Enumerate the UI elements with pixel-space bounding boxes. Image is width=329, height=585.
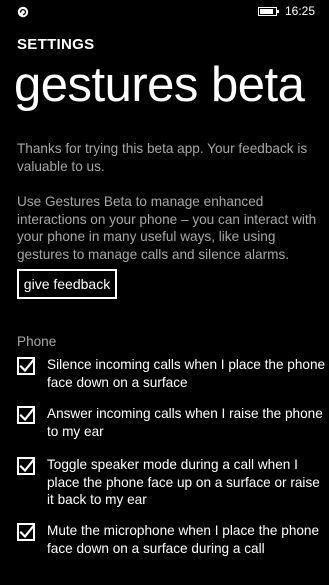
checkmark-icon xyxy=(19,458,35,473)
answer-calls-label: Answer incoming calls when I raise the p… xyxy=(47,406,323,439)
checkmark-icon xyxy=(19,358,35,373)
phone-group-label: Phone xyxy=(17,334,57,349)
intro-thanks-text: Thanks for trying this beta app. Your fe… xyxy=(17,141,308,174)
silence-calls-checkbox[interactable] xyxy=(17,357,35,375)
battery-icon xyxy=(258,7,279,16)
checkmark-icon xyxy=(19,524,35,539)
checkmark-icon xyxy=(19,407,35,422)
give-feedback-button[interactable]: give feedback xyxy=(17,269,117,299)
intro-description-text: Use Gestures Beta to manage enhanced int… xyxy=(17,194,317,262)
speaker-toggle-label: Toggle speaker mode during a call when I… xyxy=(47,457,320,507)
status-time: 16:25 xyxy=(285,4,316,18)
silence-calls-label: Silence incoming calls when I place the … xyxy=(47,357,326,390)
answer-calls-checkbox[interactable] xyxy=(17,406,35,424)
refresh-app-icon xyxy=(17,5,29,18)
section-title: SETTINGS xyxy=(17,36,95,53)
status-bar: 16:25 xyxy=(0,0,329,22)
mute-microphone-label: Mute the microphone when I place the pho… xyxy=(47,523,320,556)
mute-microphone-checkbox[interactable] xyxy=(17,523,35,541)
speaker-toggle-checkbox[interactable] xyxy=(17,457,35,475)
page-title: gestures beta xyxy=(14,58,305,112)
